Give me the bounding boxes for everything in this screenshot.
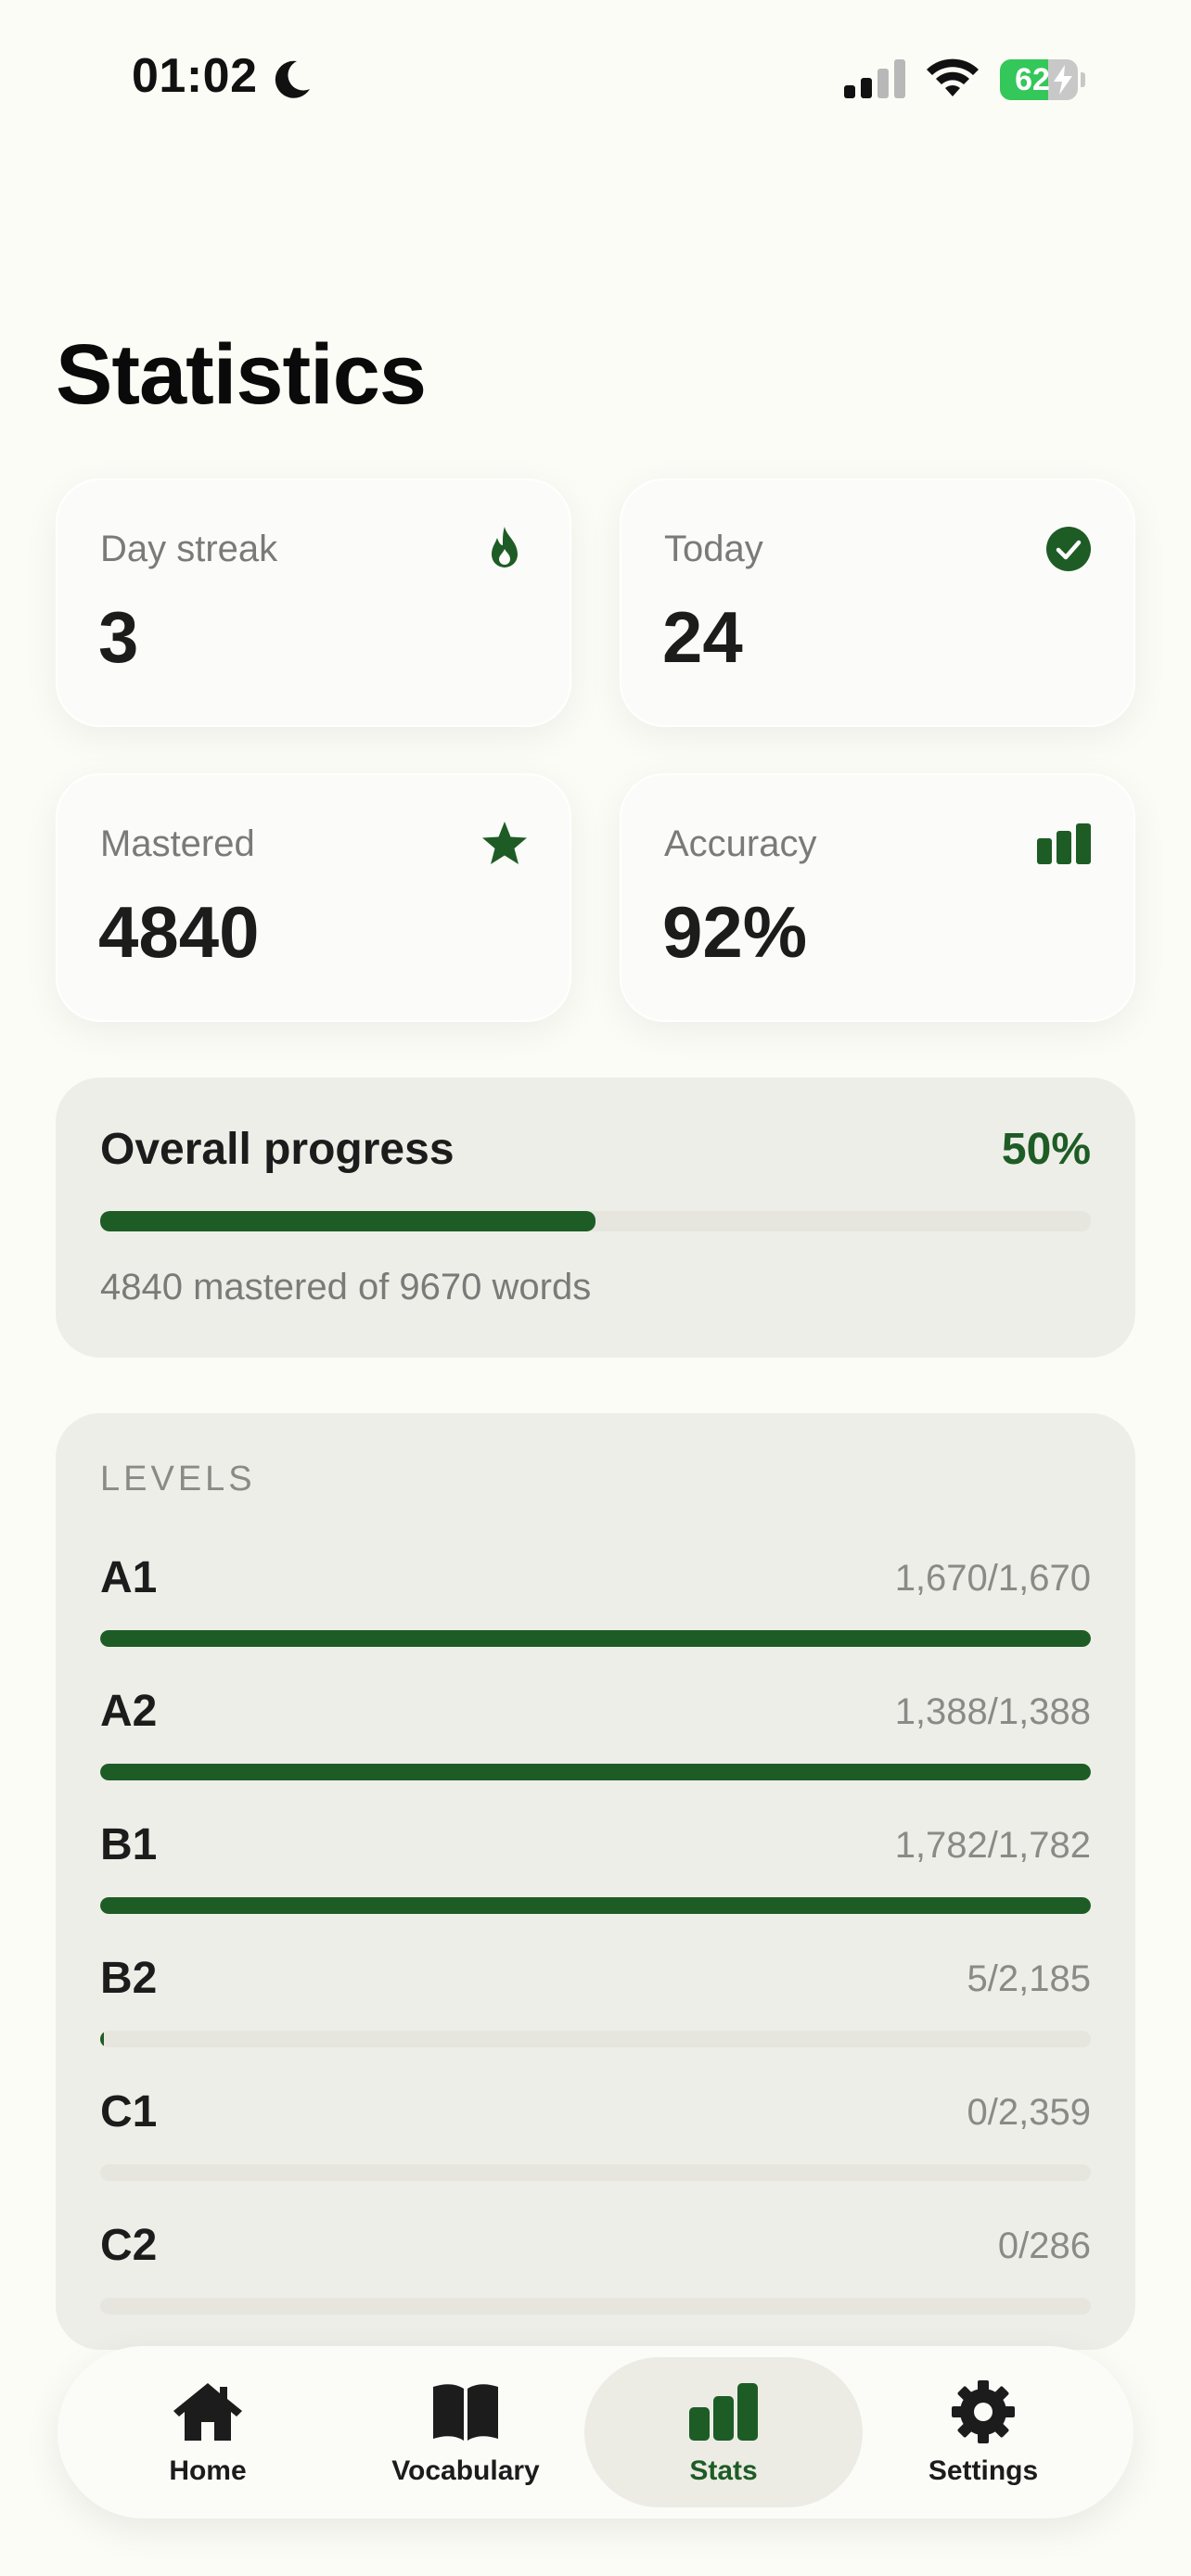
level-name: B2 <box>100 1954 158 2003</box>
level-progress-fill <box>100 1897 1091 1914</box>
level-count: 5/2,185 <box>967 1958 1091 1999</box>
stat-value: 4840 <box>98 891 260 973</box>
level-count: 0/2,359 <box>967 2092 1091 2133</box>
levels-card: LEVELS A1 1,670/1,670 A2 1,388/1,388 B1 … <box>56 1413 1135 2350</box>
level-progress-bar <box>100 2031 1091 2047</box>
level-progress-fill <box>100 1630 1091 1647</box>
status-bar: 01:02 62 <box>0 0 1191 158</box>
level-row-b2: B2 5/2,185 <box>100 1953 1091 2064</box>
level-row-b1: B1 1,782/1,782 <box>100 1819 1091 1931</box>
flame-icon <box>492 527 518 567</box>
tab-bar: Home Vocabulary Stats Settings <box>58 2346 1133 2519</box>
stat-label: Mastered <box>100 823 255 864</box>
stat-value: 24 <box>662 596 743 678</box>
stat-value: 3 <box>98 596 139 678</box>
level-progress-bar <box>100 1764 1091 1780</box>
cellular-signal-icon <box>844 59 905 98</box>
levels-heading: LEVELS <box>100 1460 256 1498</box>
overall-progress-title: Overall progress <box>100 1125 455 1174</box>
level-name: A1 <box>100 1553 158 1602</box>
level-count: 1,670/1,670 <box>894 1558 1091 1599</box>
overall-progress-fill <box>100 1211 596 1231</box>
moon-icon <box>275 60 310 98</box>
star-icon <box>482 822 527 864</box>
page-title: Statistics <box>56 327 427 422</box>
level-name: B1 <box>100 1820 158 1869</box>
level-row-a2: A2 1,388/1,388 <box>100 1686 1091 1797</box>
level-progress-bar <box>100 1630 1091 1647</box>
bar-chart-icon <box>1037 823 1091 864</box>
level-name: C2 <box>100 2221 158 2270</box>
overall-progress-card: Overall progress 50% 4840 mastered of 96… <box>56 1078 1135 1358</box>
tab-label: Home <box>169 2455 247 2486</box>
check-circle-icon <box>1046 527 1091 571</box>
gear-icon <box>952 2380 1015 2443</box>
bar-chart-icon <box>689 2383 758 2441</box>
level-progress-bar <box>100 2298 1091 2315</box>
level-row-c1: C1 0/2,359 <box>100 2086 1091 2198</box>
house-icon <box>173 2383 242 2441</box>
status-time: 01:02 <box>132 49 258 103</box>
stat-label: Today <box>664 529 763 569</box>
book-icon <box>433 2384 498 2441</box>
stat-card-day-streak: Day streak 3 <box>56 478 571 727</box>
level-progress-bar <box>100 1897 1091 1914</box>
level-count: 1,388/1,388 <box>894 1691 1091 1732</box>
tab-stats[interactable]: Stats <box>584 2357 863 2507</box>
level-name: A2 <box>100 1687 158 1736</box>
stat-label: Accuracy <box>664 823 817 864</box>
battery-charging-icon: 62 <box>1000 59 1085 100</box>
stat-card-accuracy: Accuracy 92% <box>620 773 1135 1022</box>
overall-progress-bar <box>100 1211 1091 1231</box>
stat-card-today: Today 24 <box>620 478 1135 727</box>
level-name: C1 <box>100 2087 158 2136</box>
tab-label: Stats <box>689 2455 758 2486</box>
tab-label: Vocabulary <box>391 2455 540 2486</box>
level-progress-fill <box>100 2031 104 2047</box>
level-progress-bar <box>100 2164 1091 2181</box>
tab-home[interactable]: Home <box>69 2357 347 2507</box>
tab-settings[interactable]: Settings <box>844 2357 1122 2507</box>
stat-label: Day streak <box>100 529 278 569</box>
level-progress-fill <box>100 1764 1091 1780</box>
overall-progress-percent: 50% <box>1001 1125 1091 1174</box>
wifi-icon <box>927 58 979 96</box>
tab-label: Settings <box>928 2455 1039 2486</box>
overall-progress-subtitle: 4840 mastered of 9670 words <box>100 1267 592 1307</box>
stat-card-mastered: Mastered 4840 <box>56 773 571 1022</box>
level-count: 0/286 <box>997 2225 1091 2266</box>
bolt-icon <box>1054 65 1072 95</box>
level-row-a1: A1 1,670/1,670 <box>100 1552 1091 1664</box>
level-row-c2: C2 0/286 <box>100 2220 1091 2331</box>
tab-vocabulary[interactable]: Vocabulary <box>327 2357 605 2507</box>
stat-value: 92% <box>662 891 808 973</box>
level-count: 1,782/1,782 <box>894 1825 1091 1866</box>
